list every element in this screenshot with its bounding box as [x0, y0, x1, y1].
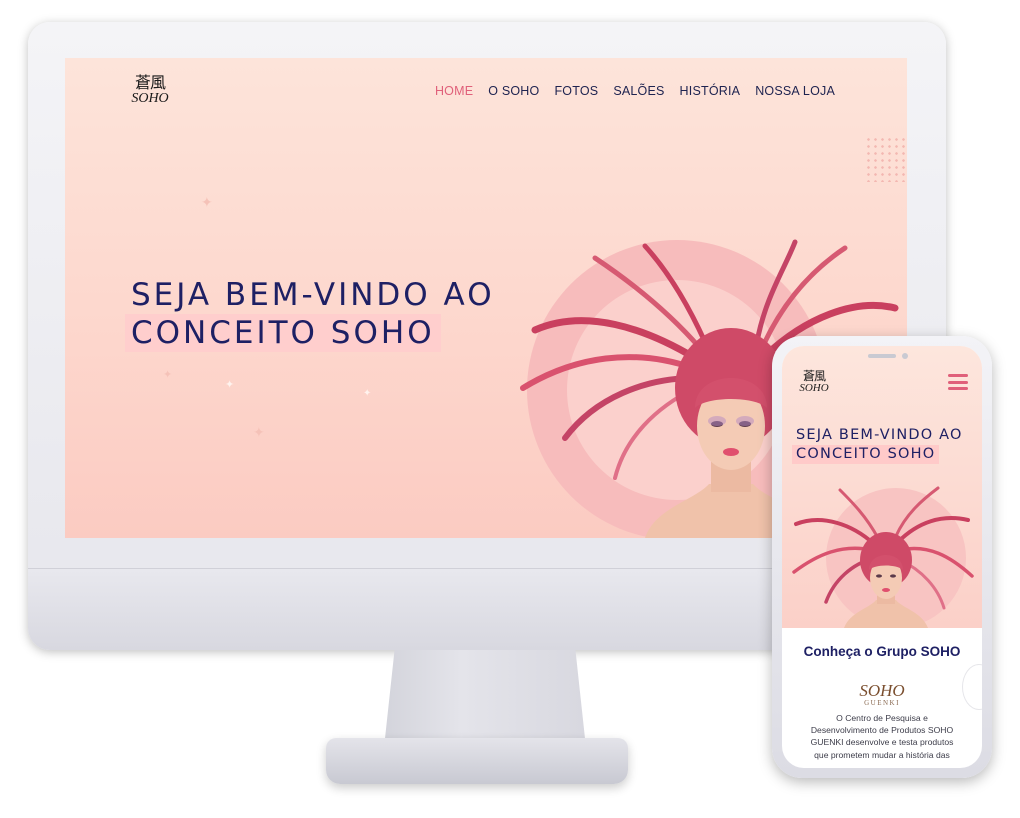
- mobile-hero-title: SEJA BEM-VINDO AO CONCEITO SOHO: [792, 426, 963, 464]
- nav-historia[interactable]: HISTÓRIA: [680, 84, 741, 98]
- monitor-stand-neck: [385, 650, 585, 738]
- mobile-screen: 蒼風 SOHO SEJA BEM-VINDO AO CONCEITO SOHO: [782, 346, 982, 768]
- logo-mark: 蒼風: [134, 73, 166, 92]
- sparkle-icon: ✦: [163, 369, 173, 381]
- monitor-stand-base: [326, 738, 628, 784]
- mobile-section-title: Conheça o Grupo SOHO: [803, 644, 961, 659]
- mobile-hero-title-line1: SEJA BEM-VINDO AO: [796, 427, 963, 443]
- hero-title-line2: CONCEITO SOHO: [125, 314, 441, 352]
- sparkle-icon: ✦: [253, 424, 265, 440]
- mobile-hero: 蒼風 SOHO SEJA BEM-VINDO AO CONCEITO SOHO: [782, 346, 982, 628]
- mobile-phone: 蒼風 SOHO SEJA BEM-VINDO AO CONCEITO SOHO: [772, 336, 992, 778]
- decorative-dot-grid: [865, 136, 907, 182]
- main-nav: HOME O SOHO FOTOS SALÕES HISTÓRIA NOSSA …: [435, 84, 835, 98]
- phone-speaker: [868, 354, 896, 358]
- nav-o-soho[interactable]: O SOHO: [488, 84, 539, 98]
- nav-nossa-loja[interactable]: NOSSA LOJA: [755, 84, 835, 98]
- mobile-logo[interactable]: 蒼風 SOHO: [796, 370, 832, 394]
- site-header: 蒼風 SOHO HOME O SOHO FOTOS SALÕES HISTÓRI…: [65, 58, 907, 128]
- sparkle-icon: ✦: [363, 388, 372, 399]
- nav-fotos[interactable]: FOTOS: [554, 84, 598, 98]
- nav-home[interactable]: HOME: [435, 84, 473, 98]
- mobile-body-text: O Centro de Pesquisa e Desenvolvimento d…: [810, 713, 954, 760]
- soho-guenki-logo: SOHO GUENKI: [782, 682, 982, 707]
- nav-saloes[interactable]: SALÕES: [613, 84, 664, 98]
- logo[interactable]: 蒼風 SOHO: [125, 74, 175, 106]
- hamburger-menu-icon[interactable]: [948, 374, 968, 390]
- sparkle-icon: ✦: [201, 194, 213, 210]
- logo-text: SOHO: [131, 91, 169, 106]
- sparkle-icon: ✦: [225, 379, 235, 391]
- mobile-hero-model-image: [792, 486, 974, 628]
- brand-name: SOHO: [859, 681, 905, 700]
- hero-title-line1: SEJA BEM-VINDO AO: [131, 277, 495, 313]
- brand-sub: GUENKI: [864, 699, 900, 707]
- mobile-logo-text: SOHO: [799, 382, 829, 394]
- hero-title: SEJA BEM-VINDO AO CONCEITO SOHO: [125, 276, 495, 352]
- mobile-hero-title-line2: CONCEITO SOHO: [792, 445, 940, 464]
- phone-camera: [902, 353, 908, 359]
